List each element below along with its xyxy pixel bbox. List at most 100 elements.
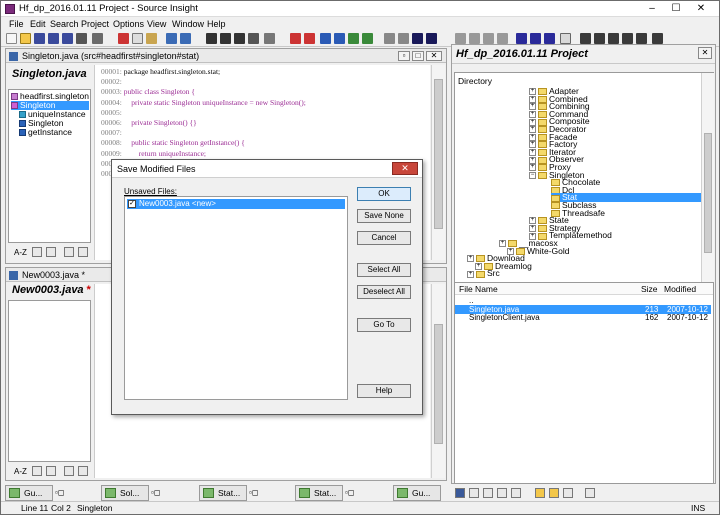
jump-back-icon[interactable] [362,33,373,44]
undo-icon[interactable] [166,33,177,44]
options-icon[interactable] [78,466,88,476]
menu-search[interactable]: Search [50,19,79,29]
bookmark-icon[interactable] [290,33,301,44]
layout-icon[interactable] [580,33,591,44]
scroll-thumb[interactable] [434,324,443,444]
columns-icon[interactable] [622,33,633,44]
find-prev-icon[interactable] [234,33,245,44]
save-none-button[interactable]: Save None [357,209,411,223]
ok-button[interactable]: OK [357,187,411,201]
view-list-icon[interactable] [32,466,42,476]
col-size[interactable]: Size [641,284,658,294]
tree-scrollbar[interactable] [701,73,714,283]
files-view-icon[interactable] [469,488,479,498]
grid-icon[interactable] [608,33,619,44]
minimize-button[interactable]: – [641,1,663,16]
options-icon[interactable] [78,247,88,257]
search-files-icon[interactable] [264,33,275,44]
relation-icon[interactable] [412,33,423,44]
new-file-icon[interactable] [6,33,17,44]
sort-az-button[interactable]: A-Z [14,467,27,476]
scroll-thumb[interactable] [704,133,712,253]
folder-icon[interactable] [549,488,559,498]
task-window-4-controls[interactable]: ▫◻ [345,488,367,498]
browse-icon[interactable] [560,33,571,44]
task-window-2-controls[interactable]: ▫◻ [151,488,173,498]
find-icon[interactable] [206,33,217,44]
book-icon[interactable] [497,488,507,498]
window-list-icon[interactable] [384,33,395,44]
open-folder-icon[interactable] [535,488,545,498]
task-window-3-controls[interactable]: ▫◻ [249,488,271,498]
project-close-button[interactable]: ✕ [698,47,712,59]
checkbox-checked[interactable]: ✓ [128,200,136,208]
sort-az-button[interactable]: A-Z [14,248,27,257]
book-icon[interactable] [64,466,74,476]
redo-icon[interactable] [180,33,191,44]
menu-project[interactable]: Project [81,19,109,29]
dialog-close-icon[interactable]: ✕ [392,162,418,175]
browse-files-icon[interactable] [455,488,465,498]
unsaved-files-list[interactable]: ✓ New0003.java <new> [124,196,348,400]
menu-options[interactable]: Options [113,19,144,29]
menu-file[interactable]: File [9,19,24,29]
deselect-all-button[interactable]: Deselect All [357,285,411,299]
menu-edit[interactable]: Edit [30,19,46,29]
print-setup-icon[interactable] [92,33,103,44]
symbol-item[interactable]: getInstance [19,128,72,137]
expand-toggle-icon[interactable]: + [467,255,474,263]
open-folder-icon[interactable] [20,33,31,44]
options-icon[interactable] [585,488,595,498]
select-all-button[interactable]: Select All [357,263,411,277]
panel-min-button[interactable]: ▫ [398,51,410,61]
task-window-5[interactable]: Gu... [393,485,441,501]
tree-view-icon[interactable] [563,488,573,498]
col-file-name[interactable]: File Name [459,284,498,294]
tree-item[interactable]: + Src [467,269,500,278]
panel-close-button[interactable]: ✕ [426,51,442,61]
expand-toggle-icon[interactable]: + [467,270,474,278]
classes-view-icon[interactable] [511,488,521,498]
task-window-2[interactable]: Sol... [101,485,149,501]
replace-icon[interactable] [248,33,259,44]
jump-icon[interactable] [348,33,359,44]
project-window-icon[interactable] [497,33,508,44]
editor-scrollbar[interactable] [431,65,445,260]
go-icon[interactable] [516,33,527,44]
symbol-window-icon[interactable] [455,33,466,44]
symbol-list[interactable] [8,300,91,462]
relation-window-icon[interactable] [483,33,494,44]
find-next-icon[interactable] [220,33,231,44]
back-arrow-icon[interactable] [320,33,331,44]
menu-help[interactable]: Help [207,19,226,29]
list-icon[interactable] [594,33,605,44]
close-button[interactable]: ✕ [690,1,712,16]
cut-icon[interactable] [118,33,129,44]
view-list-icon[interactable] [32,247,42,257]
copy-icon[interactable] [132,33,143,44]
task-window-1[interactable]: Gu... [5,485,53,501]
help-button[interactable]: Help [357,384,411,398]
editor-scrollbar[interactable] [431,284,445,478]
file-list[interactable]: File Name Size Modified .. Singleton.java… [454,282,714,484]
cancel-button[interactable]: Cancel [357,231,411,245]
tile-icon[interactable] [398,33,409,44]
directory-tree[interactable]: Directory + Adapter + Combined + Combining + Co… [454,72,714,284]
maximize-button[interactable]: ☐ [665,1,687,16]
context-window-icon[interactable] [469,33,480,44]
forward-arrow-icon[interactable] [334,33,345,44]
col-modified[interactable]: Modified [664,284,696,294]
go-to-button[interactable]: Go To [357,318,411,332]
task-window-4[interactable]: Stat... [295,485,343,501]
unsaved-file-row[interactable]: ✓ New0003.java <new> [127,199,345,209]
file-row[interactable]: SingletonClient.java 162 2007-10-12 [455,313,711,322]
panel-icon[interactable] [636,33,647,44]
pointer-icon[interactable] [544,33,555,44]
menu-window[interactable]: Window [172,19,204,29]
paste-icon[interactable] [146,33,157,44]
task-window-1-controls[interactable]: ▫◻ [55,488,77,498]
view-tree-icon[interactable] [46,466,56,476]
split-icon[interactable] [652,33,663,44]
save-all-icon[interactable] [48,33,59,44]
menu-view[interactable]: View [147,19,166,29]
